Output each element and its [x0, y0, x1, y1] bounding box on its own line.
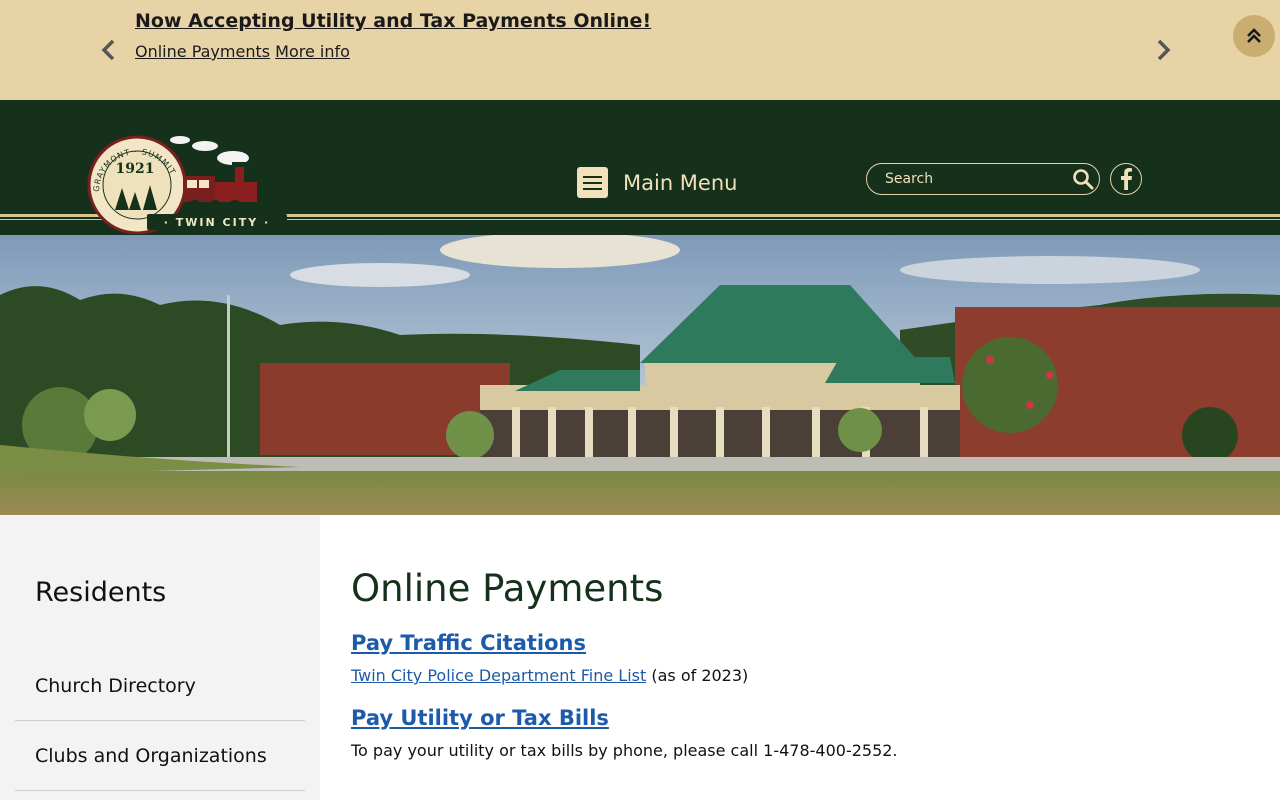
online-payments-link[interactable]: Online Payments: [135, 42, 270, 61]
hamburger-icon: [577, 167, 608, 198]
main-content: Online Payments Pay Traffic Citations Tw…: [351, 515, 1251, 800]
main-menu-button[interactable]: Main Menu: [577, 167, 737, 198]
page-title: Online Payments: [351, 567, 664, 610]
sidebar: Residents Church Directory Clubs and Org…: [0, 515, 320, 800]
search-input[interactable]: [885, 169, 1060, 189]
pay-traffic-citations-link[interactable]: Pay Traffic Citations: [351, 631, 586, 655]
search-button[interactable]: [1071, 167, 1095, 191]
double-chevron-up-icon: [1247, 28, 1261, 43]
sidebar-title: Residents: [35, 577, 167, 608]
main-menu-label: Main Menu: [623, 170, 738, 195]
fine-list-date: (as of 2023): [651, 666, 749, 685]
previous-alert-button[interactable]: [98, 38, 120, 62]
alert-links: Online Payments More info: [135, 42, 350, 61]
facebook-link[interactable]: [1110, 163, 1142, 195]
chevron-left-icon: [101, 39, 115, 61]
alert-banner: Now Accepting Utility and Tax Payments O…: [0, 0, 1280, 100]
site-header: · TWIN CITY · GRAYMONT · SUMMIT 1921 Mai…: [0, 100, 1280, 235]
phone-payment-text: To pay your utility or tax bills by phon…: [351, 741, 898, 760]
scroll-to-top-button[interactable]: [1233, 15, 1275, 57]
sidebar-item-clubs-and-organizations[interactable]: Clubs and Organizations: [15, 721, 305, 791]
fine-list-link[interactable]: Twin City Police Department Fine List: [351, 666, 646, 685]
next-alert-button[interactable]: [1152, 38, 1174, 62]
facebook-icon: [1121, 168, 1132, 190]
alert-title[interactable]: Now Accepting Utility and Tax Payments O…: [135, 10, 651, 32]
more-info-link[interactable]: More info: [275, 42, 350, 61]
chevron-right-icon: [1157, 39, 1171, 61]
pay-utility-or-tax-bills-link[interactable]: Pay Utility or Tax Bills: [351, 706, 609, 730]
fine-list-line: Twin City Police Department Fine List (a…: [351, 666, 748, 685]
site-logo[interactable]: · TWIN CITY · GRAYMONT · SUMMIT 1921: [85, 130, 290, 235]
search-icon: [1073, 169, 1094, 190]
hero-image: [0, 235, 1280, 515]
search-box: [866, 163, 1100, 195]
svg-text:· TWIN CITY ·: · TWIN CITY ·: [164, 216, 270, 229]
svg-text:1921: 1921: [116, 161, 155, 177]
sidebar-item-church-directory[interactable]: Church Directory: [15, 651, 305, 721]
